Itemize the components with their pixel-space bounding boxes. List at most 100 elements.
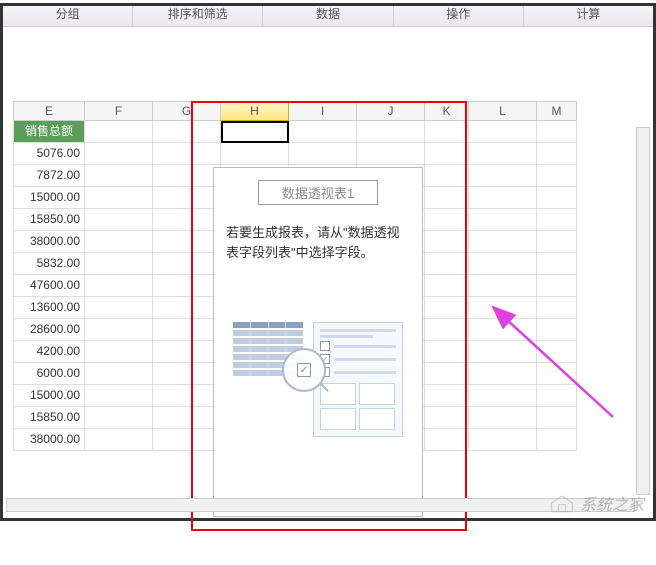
- vertical-scrollbar[interactable]: [636, 127, 650, 495]
- cell[interactable]: [469, 385, 537, 407]
- col-header-F[interactable]: F: [85, 101, 153, 121]
- cell[interactable]: [289, 121, 357, 143]
- cell[interactable]: [425, 209, 469, 231]
- cell[interactable]: 7872.00: [13, 165, 85, 187]
- cell[interactable]: [85, 209, 153, 231]
- col-header-E[interactable]: E: [13, 101, 85, 121]
- cell[interactable]: 38000.00: [13, 429, 85, 451]
- col-header-H[interactable]: H: [221, 101, 289, 121]
- cell[interactable]: [153, 209, 221, 231]
- cell[interactable]: [85, 275, 153, 297]
- cell[interactable]: [425, 429, 469, 451]
- cell[interactable]: [153, 231, 221, 253]
- cell[interactable]: [85, 407, 153, 429]
- selected-cell[interactable]: [221, 121, 289, 143]
- cell[interactable]: [469, 209, 537, 231]
- cell[interactable]: [425, 231, 469, 253]
- cell[interactable]: 6000.00: [13, 363, 85, 385]
- cell[interactable]: [469, 165, 537, 187]
- cell[interactable]: [153, 121, 221, 143]
- cell[interactable]: [85, 297, 153, 319]
- cell[interactable]: [425, 275, 469, 297]
- cell[interactable]: [469, 407, 537, 429]
- cell[interactable]: [85, 341, 153, 363]
- col-header-L[interactable]: L: [469, 101, 537, 121]
- cell[interactable]: [85, 253, 153, 275]
- cell[interactable]: [537, 341, 577, 363]
- cell[interactable]: [469, 363, 537, 385]
- cell[interactable]: [469, 429, 537, 451]
- cell[interactable]: [469, 319, 537, 341]
- cell[interactable]: [153, 165, 221, 187]
- col-header-G[interactable]: G: [153, 101, 221, 121]
- cell[interactable]: [469, 297, 537, 319]
- cell[interactable]: [153, 341, 221, 363]
- cell[interactable]: [537, 165, 577, 187]
- cell[interactable]: [425, 187, 469, 209]
- cell[interactable]: [153, 253, 221, 275]
- cell[interactable]: [153, 385, 221, 407]
- cell[interactable]: [425, 319, 469, 341]
- cell[interactable]: 5832.00: [13, 253, 85, 275]
- cell[interactable]: [537, 187, 577, 209]
- cell[interactable]: 销售总额: [13, 121, 85, 143]
- cell[interactable]: 28600.00: [13, 319, 85, 341]
- cell[interactable]: [85, 165, 153, 187]
- cell[interactable]: [537, 231, 577, 253]
- cell[interactable]: [153, 143, 221, 165]
- cell[interactable]: [153, 297, 221, 319]
- cell[interactable]: [153, 275, 221, 297]
- cell[interactable]: [537, 209, 577, 231]
- col-header-J[interactable]: J: [357, 101, 425, 121]
- cell[interactable]: [85, 231, 153, 253]
- cell[interactable]: 47600.00: [13, 275, 85, 297]
- cell[interactable]: [153, 363, 221, 385]
- cell[interactable]: [357, 121, 425, 143]
- cell[interactable]: [425, 363, 469, 385]
- cell[interactable]: [85, 319, 153, 341]
- cell[interactable]: [85, 385, 153, 407]
- cell[interactable]: [425, 407, 469, 429]
- cell[interactable]: [425, 165, 469, 187]
- cell[interactable]: [537, 429, 577, 451]
- col-header-K[interactable]: K: [425, 101, 469, 121]
- cell[interactable]: [425, 143, 469, 165]
- cell[interactable]: [537, 275, 577, 297]
- cell[interactable]: 38000.00: [13, 231, 85, 253]
- cell[interactable]: [425, 253, 469, 275]
- cell[interactable]: [153, 429, 221, 451]
- col-header-I[interactable]: I: [289, 101, 357, 121]
- cell[interactable]: 13600.00: [13, 297, 85, 319]
- cell[interactable]: 4200.00: [13, 341, 85, 363]
- cell[interactable]: [537, 253, 577, 275]
- cell[interactable]: 15850.00: [13, 407, 85, 429]
- cell[interactable]: [537, 407, 577, 429]
- cell[interactable]: [469, 341, 537, 363]
- cell[interactable]: [357, 143, 425, 165]
- cell[interactable]: 15850.00: [13, 209, 85, 231]
- cell[interactable]: [537, 319, 577, 341]
- cell[interactable]: [289, 143, 357, 165]
- cell[interactable]: [469, 121, 537, 143]
- cell[interactable]: 15000.00: [13, 385, 85, 407]
- cell[interactable]: [537, 363, 577, 385]
- cell[interactable]: [537, 385, 577, 407]
- cell[interactable]: [85, 429, 153, 451]
- cell[interactable]: [469, 231, 537, 253]
- horizontal-scrollbar[interactable]: [6, 498, 635, 512]
- cell[interactable]: 5076.00: [13, 143, 85, 165]
- cell[interactable]: [85, 121, 153, 143]
- cell[interactable]: [469, 253, 537, 275]
- cell[interactable]: [153, 319, 221, 341]
- cell[interactable]: [153, 407, 221, 429]
- pivot-table-panel[interactable]: 数据透视表1 若要生成报表，请从"数据透视表字段列表"中选择字段。: [213, 167, 423, 517]
- cell[interactable]: [537, 143, 577, 165]
- cell[interactable]: [153, 187, 221, 209]
- cell[interactable]: [85, 143, 153, 165]
- col-header-M[interactable]: M: [537, 101, 577, 121]
- cell[interactable]: [469, 143, 537, 165]
- cell[interactable]: [537, 297, 577, 319]
- cell[interactable]: [85, 363, 153, 385]
- cell[interactable]: [85, 187, 153, 209]
- cell[interactable]: [221, 143, 289, 165]
